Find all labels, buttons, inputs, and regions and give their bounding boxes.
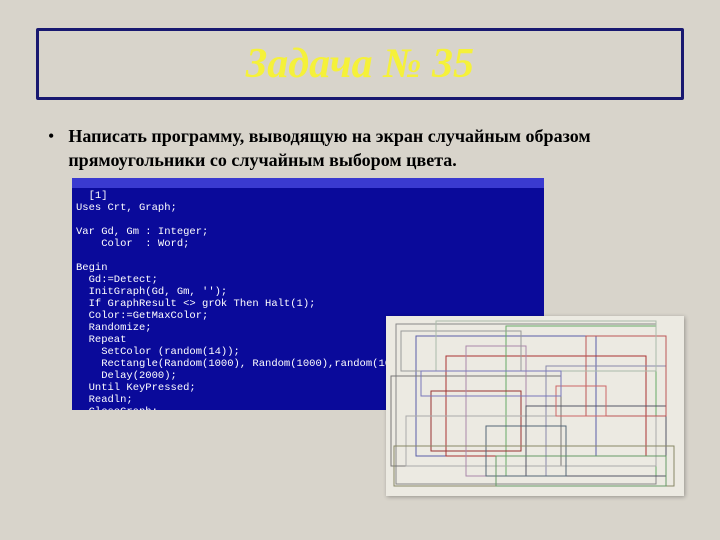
task-text: Написать программу, выводящую на экран с… — [68, 124, 678, 172]
title-box: Задача № 35 — [36, 28, 684, 100]
output-screenshot — [386, 316, 684, 496]
task-description: • Написать программу, выводящую на экран… — [48, 124, 678, 172]
bullet-icon: • — [48, 124, 54, 172]
slide-title: Задача № 35 — [246, 40, 474, 88]
rectangles-illustration — [386, 316, 684, 496]
